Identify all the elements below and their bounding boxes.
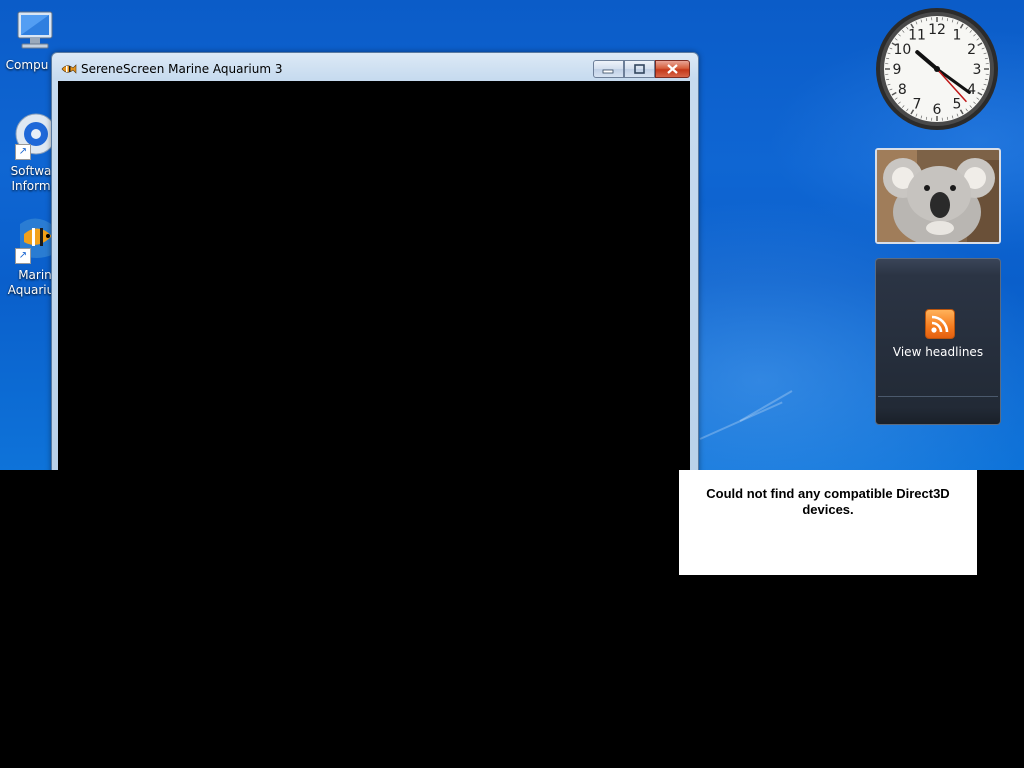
aquarium-app-icon <box>61 64 77 74</box>
clock-numeral: 1 <box>953 27 962 43</box>
maximize-button[interactable] <box>624 60 655 78</box>
clock-numeral: 9 <box>893 62 902 78</box>
computer-icon <box>17 11 53 49</box>
clock-numeral: 3 <box>973 62 982 78</box>
desktop-background: Compu ↗ Softwa Inform ↗ Marin Aquariu 12… <box>0 0 1024 470</box>
clock-numeral: 10 <box>893 42 911 58</box>
error-message-box: Could not find any compatible Direct3D d… <box>679 470 977 575</box>
clock-numeral: 8 <box>898 82 907 98</box>
shortcut-arrow-icon: ↗ <box>15 248 31 264</box>
close-icon <box>667 64 678 74</box>
error-message: Could not find any compatible Direct3D d… <box>706 486 950 517</box>
clock-numeral: 12 <box>928 22 946 38</box>
clock-numeral: 4 <box>967 82 976 98</box>
clock-gadget[interactable]: 12 1234567891011 <box>874 6 1000 132</box>
gadget-divider <box>878 396 998 397</box>
aquarium-window[interactable]: SereneScreen Marine Aquarium 3 <box>51 52 699 470</box>
view-headlines-label[interactable]: View headlines <box>876 345 1000 359</box>
window-title: SereneScreen Marine Aquarium 3 <box>81 62 283 76</box>
clock-numeral: 11 <box>908 27 926 43</box>
maximize-icon <box>634 64 645 74</box>
wallpaper-streak <box>739 390 793 422</box>
minimize-icon <box>602 69 614 74</box>
clock-numeral: 2 <box>967 42 976 58</box>
feed-headlines-gadget[interactable]: View headlines <box>875 258 1001 425</box>
slideshow-gadget[interactable] <box>875 148 1001 244</box>
window-titlebar[interactable]: SereneScreen Marine Aquarium 3 <box>52 53 698 81</box>
close-button[interactable] <box>655 60 690 78</box>
aquarium-render-area <box>58 81 690 470</box>
clock-numeral: 6 <box>933 102 942 118</box>
minimize-button[interactable] <box>593 60 624 78</box>
koala-photo <box>877 150 999 242</box>
shortcut-arrow-icon: ↗ <box>15 144 31 160</box>
rss-icon <box>925 309 955 339</box>
